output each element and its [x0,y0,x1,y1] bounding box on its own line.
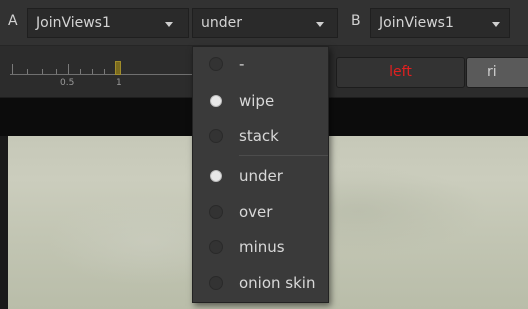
radio-button-icon [209,276,223,290]
slider-handle[interactable] [115,61,121,75]
slider-label-0-5: 0.5 [60,78,75,88]
menu-item-label: minus [239,238,285,256]
radio-button-icon [210,170,222,182]
menu-item-under[interactable]: under [193,159,328,193]
viewer-top-bar: A JoinViews1 under B JoinViews1 [0,0,528,46]
wipe-mode-dropdown[interactable]: under [192,8,338,38]
input-b-label: B [351,13,361,29]
slider-track [10,74,192,75]
slider-tick [80,69,81,74]
view-right-button[interactable]: ri [466,57,528,88]
slider-tick [27,69,28,74]
radio-button-icon [209,57,223,71]
menu-item-onion-skin[interactable]: onion skin [193,266,328,300]
wipe-mode-menu: - wipe stack under over minus onion skin [192,46,329,303]
menu-item-label: under [239,167,283,185]
input-a-label: A [8,13,18,29]
input-a-dropdown[interactable]: JoinViews1 [27,8,189,38]
wipe-mode-value: under [201,15,243,31]
menu-item-label: onion skin [239,274,316,292]
menu-item-label: wipe [239,92,275,110]
chevron-down-icon [165,22,173,27]
slider-tick [42,69,43,74]
slider-label-1: 1 [116,78,122,88]
input-b-dropdown[interactable]: JoinViews1 [370,8,510,38]
chevron-down-icon [316,22,324,27]
slider-tick [92,69,93,74]
menu-separator [239,155,328,156]
menu-item-label: over [239,203,273,221]
slider-tick [56,69,57,74]
gain-slider[interactable]: 0.5 1 [10,55,192,93]
radio-button-icon [209,129,223,143]
radio-button-icon [209,205,223,219]
menu-item-minus[interactable]: minus [193,230,328,264]
chevron-down-icon [492,22,500,27]
slider-tick [68,64,69,74]
menu-item-none[interactable]: - [193,47,328,81]
menu-item-stack[interactable]: stack [193,119,328,153]
input-b-value: JoinViews1 [379,15,454,31]
radio-button-icon [209,240,223,254]
view-left-button[interactable]: left [336,57,465,88]
menu-item-wipe[interactable]: wipe [193,84,328,118]
menu-item-label: stack [239,127,279,145]
menu-item-over[interactable]: over [193,195,328,229]
radio-button-icon [210,95,222,107]
input-a-value: JoinViews1 [36,15,111,31]
slider-tick [104,69,105,74]
viewer-window: A JoinViews1 under B JoinViews1 0.5 1 le… [0,0,528,309]
slider-tick [12,64,13,74]
menu-item-label: - [239,55,245,73]
